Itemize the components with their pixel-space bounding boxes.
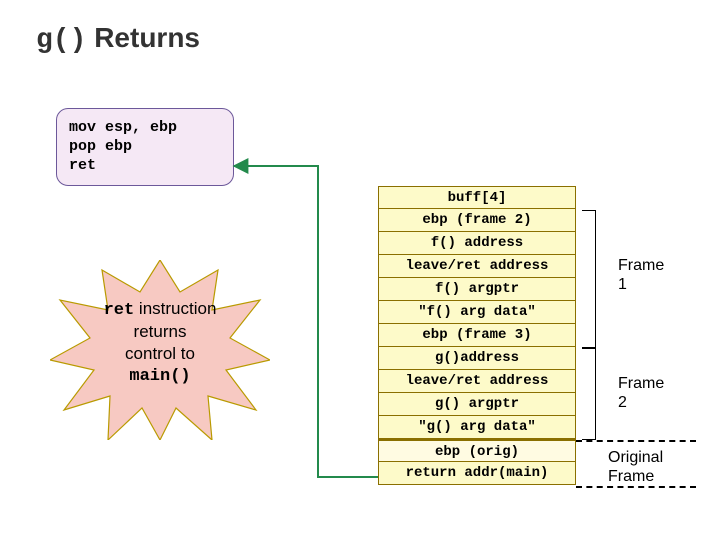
burst-text: ret instruction returns control to main(… xyxy=(50,298,270,387)
original-frame-label: Original Frame xyxy=(608,448,663,486)
dash-line xyxy=(576,440,696,442)
stack-row: ebp (orig) xyxy=(378,439,576,462)
frame-1-label: Frame 1 xyxy=(618,256,664,294)
stack-row: g() argptr xyxy=(378,393,576,416)
frame-2-label: Frame 2 xyxy=(618,374,664,412)
burst-ret: ret xyxy=(104,301,135,320)
stack-row: "f() arg data" xyxy=(378,301,576,324)
stack-row: f() argptr xyxy=(378,278,576,301)
stack-row: ebp (frame 2) xyxy=(378,209,576,232)
stack-row: return addr(main) xyxy=(378,462,576,485)
frame-2-bracket xyxy=(582,348,596,440)
burst-l1r: instruction xyxy=(134,299,216,318)
page-title: g() Returns xyxy=(36,22,200,56)
frame-1-bracket xyxy=(582,210,596,348)
stack-row: ebp (frame 3) xyxy=(378,324,576,347)
title-rest: Returns xyxy=(86,22,200,53)
burst-l2: returns xyxy=(134,322,187,341)
stack-row: "g() arg data" xyxy=(378,416,576,439)
dash-line xyxy=(576,486,696,488)
stack-row: g()address xyxy=(378,347,576,370)
stack-row: buff[4] xyxy=(378,186,576,209)
burst-l3: control to xyxy=(125,344,195,363)
starburst-callout: ret instruction returns control to main(… xyxy=(50,260,270,440)
stack-table: buff[4] ebp (frame 2) f() address leave/… xyxy=(378,186,576,485)
stack-row: f() address xyxy=(378,232,576,255)
title-code: g() xyxy=(36,25,86,56)
asm-code-box: mov esp, ebp pop ebp ret xyxy=(56,108,234,186)
burst-main: main() xyxy=(129,367,190,386)
stack-row: leave/ret address xyxy=(378,370,576,393)
stack-row: leave/ret address xyxy=(378,255,576,278)
